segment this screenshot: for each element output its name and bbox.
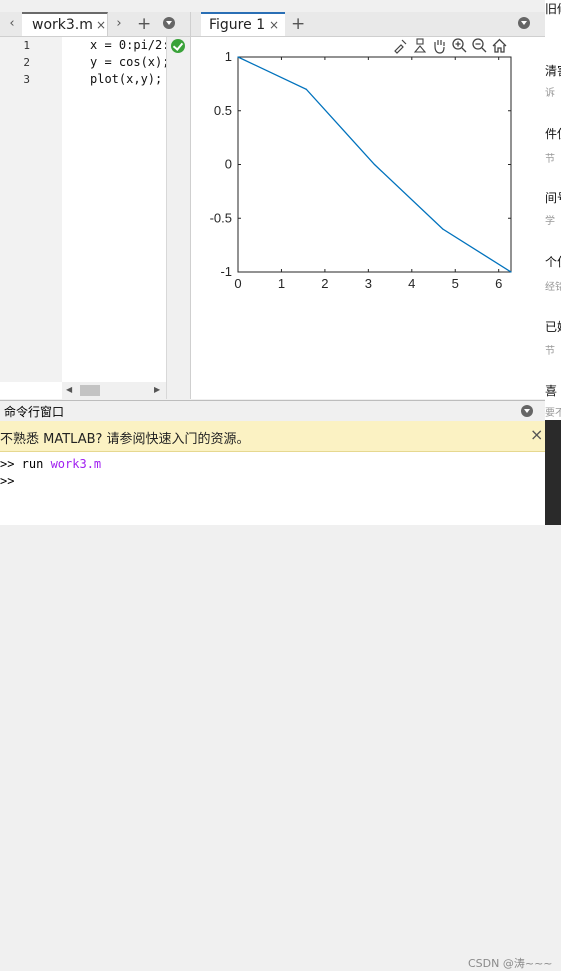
code-line[interactable]: x = 0:pi/2:2*pi;: [90, 38, 166, 52]
close-icon[interactable]: ×: [530, 425, 543, 444]
line-gutter: [0, 37, 62, 382]
side-text: 节: [545, 346, 555, 357]
side-text: 学: [545, 216, 555, 227]
editor-tab-bar: ‹ work3.m × › +: [0, 12, 190, 37]
side-text: 节: [545, 154, 555, 165]
x-tick-label: 5: [452, 276, 459, 291]
close-icon[interactable]: ×: [269, 18, 279, 32]
side-text: 要不: [545, 408, 561, 419]
line-number: 1: [23, 39, 30, 52]
x-tick-label: 4: [408, 276, 415, 291]
add-tab-button[interactable]: +: [137, 14, 151, 34]
figure-tab-label: Figure 1: [209, 17, 266, 33]
dark-image-region: [545, 420, 561, 525]
side-text: 清害: [545, 64, 561, 78]
side-text: 个位: [545, 255, 561, 269]
side-text: 间号: [545, 191, 561, 205]
background-window-strip: 旧修 清害 诉 件使 节 间号 学 个位 经铭 已娘 节 喜 大 要不: [545, 0, 561, 525]
getting-started-notice: 不熟悉 MATLAB? 请参阅快速入门的资源。 ×: [0, 421, 545, 452]
figure-canvas: 0 1 2 3 4 5 6 1 0.5 0 -0.5 -1: [191, 37, 545, 399]
side-text: 经铭: [545, 282, 561, 293]
figure-menu-icon[interactable]: [518, 17, 530, 29]
data-point: [373, 163, 376, 166]
data-point: [305, 88, 307, 90]
scroll-right-arrow-icon[interactable]: ▶: [154, 385, 160, 394]
code-editor[interactable]: 1 2 3 x = 0:pi/2:2*pi; y = cos(x); plot(…: [0, 37, 191, 399]
figure-tab-1[interactable]: Figure 1 ×: [201, 12, 285, 36]
side-text: 诉: [545, 88, 555, 99]
line-number: 3: [23, 73, 30, 86]
command-history-line: >> run work3.m: [0, 457, 101, 471]
run-file-link[interactable]: work3.m: [51, 457, 102, 471]
figure-tab-bar: Figure 1 × +: [191, 12, 545, 37]
editor-tab-work3[interactable]: work3.m ×: [22, 12, 108, 36]
notice-text[interactable]: 不熟悉 MATLAB? 请参阅快速入门的资源。: [0, 428, 250, 447]
x-tick-label: 1: [278, 276, 285, 291]
y-tick-label: -0.5: [210, 210, 232, 225]
x-tick-label: 3: [365, 276, 372, 291]
tab-scroll-left-icon[interactable]: ‹: [6, 16, 18, 32]
data-point: [510, 271, 512, 273]
data-point: [442, 228, 444, 230]
x-tick-label: 2: [321, 276, 328, 291]
command-prompt[interactable]: >>: [0, 474, 14, 488]
scroll-left-arrow-icon[interactable]: ◀: [66, 385, 72, 394]
side-text: 旧修: [545, 2, 561, 16]
line-number: 2: [23, 56, 30, 69]
horizontal-scrollbar[interactable]: ◀ ▶: [62, 382, 166, 399]
y-tick-label: 1: [225, 49, 232, 64]
editor-tab-label: work3.m: [32, 17, 93, 33]
code-line[interactable]: plot(x,y);: [90, 72, 166, 86]
watermark: CSDN @涛~~~: [468, 957, 553, 970]
y-tick-label: 0: [225, 157, 232, 172]
scrollbar-thumb[interactable]: [80, 385, 100, 396]
command-text: >> run: [0, 457, 51, 471]
command-window[interactable]: >> run work3.m >> CSDN @涛~~~: [0, 452, 553, 970]
tab-scroll-right-icon[interactable]: ›: [113, 16, 125, 32]
line-plot: 0 1 2 3 4 5 6 1 0.5 0 -0.5 -1: [210, 49, 512, 291]
add-figure-tab-button[interactable]: +: [291, 14, 305, 34]
command-window-header: 命令行窗口: [0, 400, 545, 422]
command-window-title: 命令行窗口: [4, 405, 65, 419]
editor-menu-icon[interactable]: [163, 17, 175, 29]
side-text: 件使: [545, 127, 561, 141]
close-icon[interactable]: ×: [96, 18, 106, 32]
command-window-menu-icon[interactable]: [521, 405, 533, 417]
data-point: [237, 56, 239, 58]
analyzer-strip: [166, 37, 191, 399]
side-text: 喜 大: [545, 384, 561, 398]
side-text: 已娘: [545, 320, 561, 334]
code-ok-check-icon[interactable]: [171, 39, 185, 53]
y-tick-label: 0.5: [214, 103, 232, 118]
x-tick-label: 6: [495, 276, 502, 291]
y-tick-label: -1: [220, 264, 232, 279]
code-line[interactable]: y = cos(x);: [90, 55, 166, 69]
x-tick-label: 0: [234, 276, 241, 291]
